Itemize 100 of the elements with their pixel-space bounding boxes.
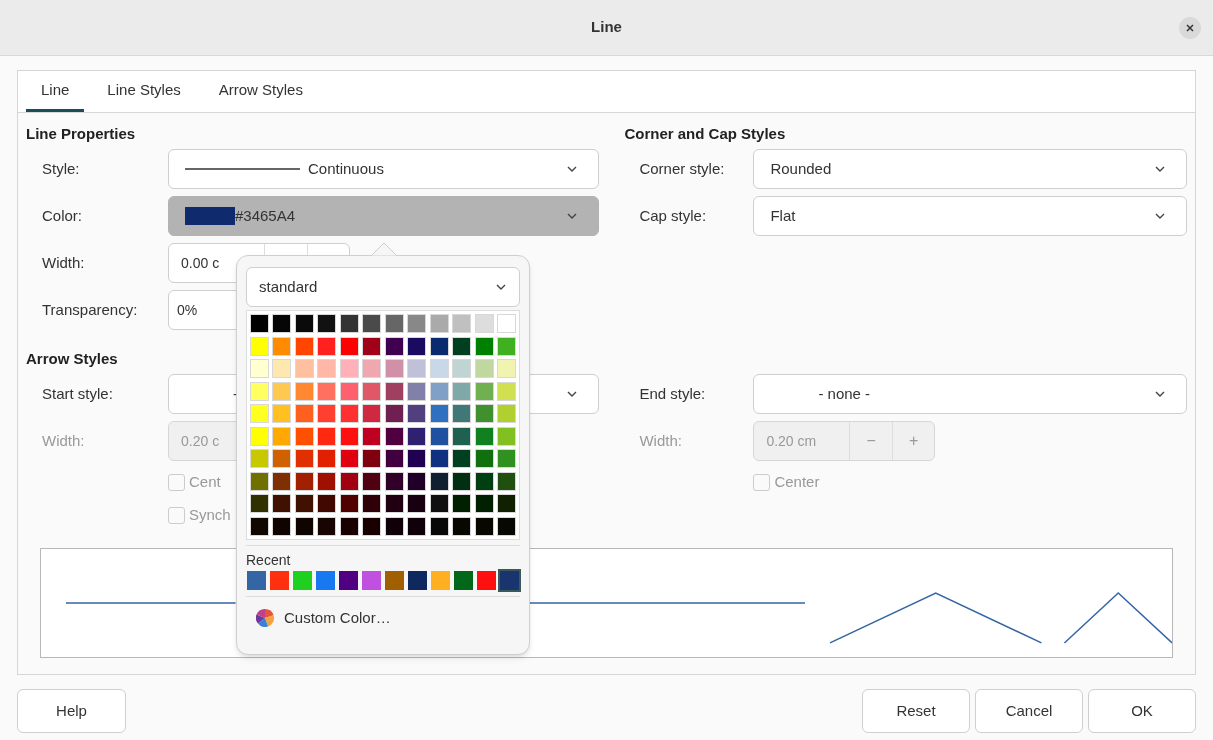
color-swatch[interactable] xyxy=(339,449,359,468)
color-swatch[interactable] xyxy=(452,471,472,491)
color-swatch[interactable] xyxy=(294,516,314,536)
recent-color-swatch[interactable] xyxy=(477,570,496,590)
color-swatch[interactable] xyxy=(429,314,449,333)
color-swatch[interactable] xyxy=(339,404,359,423)
color-swatch[interactable] xyxy=(294,426,314,446)
color-swatch[interactable] xyxy=(429,404,449,423)
color-swatch[interactable] xyxy=(250,494,269,513)
recent-color-swatch[interactable] xyxy=(500,570,519,590)
color-swatch[interactable] xyxy=(407,516,427,536)
color-swatch[interactable] xyxy=(474,471,494,491)
color-swatch[interactable] xyxy=(384,426,404,446)
color-swatch[interactable] xyxy=(362,494,382,513)
color-swatch[interactable] xyxy=(272,336,292,356)
recent-color-swatch[interactable] xyxy=(454,570,473,590)
color-swatch[interactable] xyxy=(339,471,359,491)
color-swatch[interactable] xyxy=(497,336,517,356)
color-swatch[interactable] xyxy=(474,449,494,468)
color-swatch[interactable] xyxy=(272,359,292,378)
color-swatch[interactable] xyxy=(497,314,517,333)
color-swatch[interactable] xyxy=(384,359,404,378)
color-swatch[interactable] xyxy=(272,516,292,536)
recent-color-swatch[interactable] xyxy=(408,570,427,590)
color-swatch[interactable] xyxy=(429,494,449,513)
color-swatch[interactable] xyxy=(362,359,382,378)
color-swatch[interactable] xyxy=(474,426,494,446)
color-swatch[interactable] xyxy=(384,449,404,468)
color-swatch[interactable] xyxy=(339,336,359,356)
recent-color-swatch[interactable] xyxy=(293,570,312,590)
color-swatch[interactable] xyxy=(339,516,359,536)
recent-color-swatch[interactable] xyxy=(339,570,358,590)
color-swatch[interactable] xyxy=(497,381,517,401)
color-swatch[interactable] xyxy=(317,381,337,401)
color-swatch[interactable] xyxy=(339,359,359,378)
color-swatch[interactable] xyxy=(429,359,449,378)
style-dropdown[interactable]: Continuous xyxy=(168,149,600,189)
color-swatch[interactable] xyxy=(452,314,472,333)
color-swatch[interactable] xyxy=(294,359,314,378)
recent-color-swatch[interactable] xyxy=(362,570,381,590)
color-swatch[interactable] xyxy=(452,449,472,468)
color-swatch[interactable] xyxy=(407,404,427,423)
color-swatch[interactable] xyxy=(497,449,517,468)
reset-button[interactable]: Reset xyxy=(862,689,970,733)
color-swatch[interactable] xyxy=(384,516,404,536)
tab[interactable]: Arrow Styles xyxy=(203,71,318,112)
color-swatch[interactable] xyxy=(497,359,517,378)
color-swatch[interactable] xyxy=(317,314,337,333)
color-swatch[interactable] xyxy=(317,494,337,513)
color-swatch[interactable] xyxy=(474,494,494,513)
color-swatch[interactable] xyxy=(317,471,337,491)
color-swatch[interactable] xyxy=(452,516,472,536)
palette-dropdown[interactable]: standard xyxy=(246,267,520,307)
color-swatch[interactable] xyxy=(294,404,314,423)
color-swatch[interactable] xyxy=(497,516,517,536)
color-swatch[interactable] xyxy=(362,404,382,423)
color-swatch[interactable] xyxy=(250,359,269,378)
color-swatch[interactable] xyxy=(294,314,314,333)
color-swatch[interactable] xyxy=(272,471,292,491)
color-swatch[interactable] xyxy=(294,381,314,401)
color-swatch[interactable] xyxy=(384,381,404,401)
cap-style-dropdown[interactable]: Flat xyxy=(753,196,1187,236)
custom-color-button[interactable]: Custom Color… xyxy=(256,606,520,629)
color-swatch[interactable] xyxy=(474,314,494,333)
color-swatch[interactable] xyxy=(294,471,314,491)
color-swatch[interactable] xyxy=(317,404,337,423)
color-swatch[interactable] xyxy=(429,336,449,356)
color-swatch[interactable] xyxy=(474,336,494,356)
color-swatch[interactable] xyxy=(317,516,337,536)
tab[interactable]: Line Styles xyxy=(92,71,196,112)
recent-color-swatch[interactable] xyxy=(247,570,266,590)
color-swatch[interactable] xyxy=(429,449,449,468)
recent-color-swatch[interactable] xyxy=(385,570,404,590)
color-swatch[interactable] xyxy=(250,471,269,491)
color-swatch[interactable] xyxy=(250,516,269,536)
color-swatch[interactable] xyxy=(384,471,404,491)
help-button[interactable]: Help xyxy=(17,689,126,733)
color-swatch[interactable] xyxy=(452,494,472,513)
color-swatch[interactable] xyxy=(362,471,382,491)
recent-color-swatch[interactable] xyxy=(316,570,335,590)
color-swatch[interactable] xyxy=(294,336,314,356)
color-swatch[interactable] xyxy=(384,336,404,356)
color-swatch[interactable] xyxy=(250,314,269,333)
color-swatch[interactable] xyxy=(474,516,494,536)
color-swatch[interactable] xyxy=(429,516,449,536)
color-swatch[interactable] xyxy=(294,494,314,513)
color-swatch[interactable] xyxy=(407,381,427,401)
cancel-button[interactable]: Cancel xyxy=(975,689,1083,733)
color-swatch[interactable] xyxy=(452,381,472,401)
color-swatch[interactable] xyxy=(339,426,359,446)
color-swatch[interactable] xyxy=(384,314,404,333)
color-swatch[interactable] xyxy=(339,314,359,333)
color-swatch[interactable] xyxy=(474,404,494,423)
color-swatch[interactable] xyxy=(362,314,382,333)
color-swatch[interactable] xyxy=(362,336,382,356)
color-swatch[interactable] xyxy=(317,336,337,356)
corner-style-dropdown[interactable]: Rounded xyxy=(753,149,1187,189)
color-swatch[interactable] xyxy=(497,426,517,446)
color-swatch[interactable] xyxy=(474,381,494,401)
color-swatch[interactable] xyxy=(250,404,269,423)
